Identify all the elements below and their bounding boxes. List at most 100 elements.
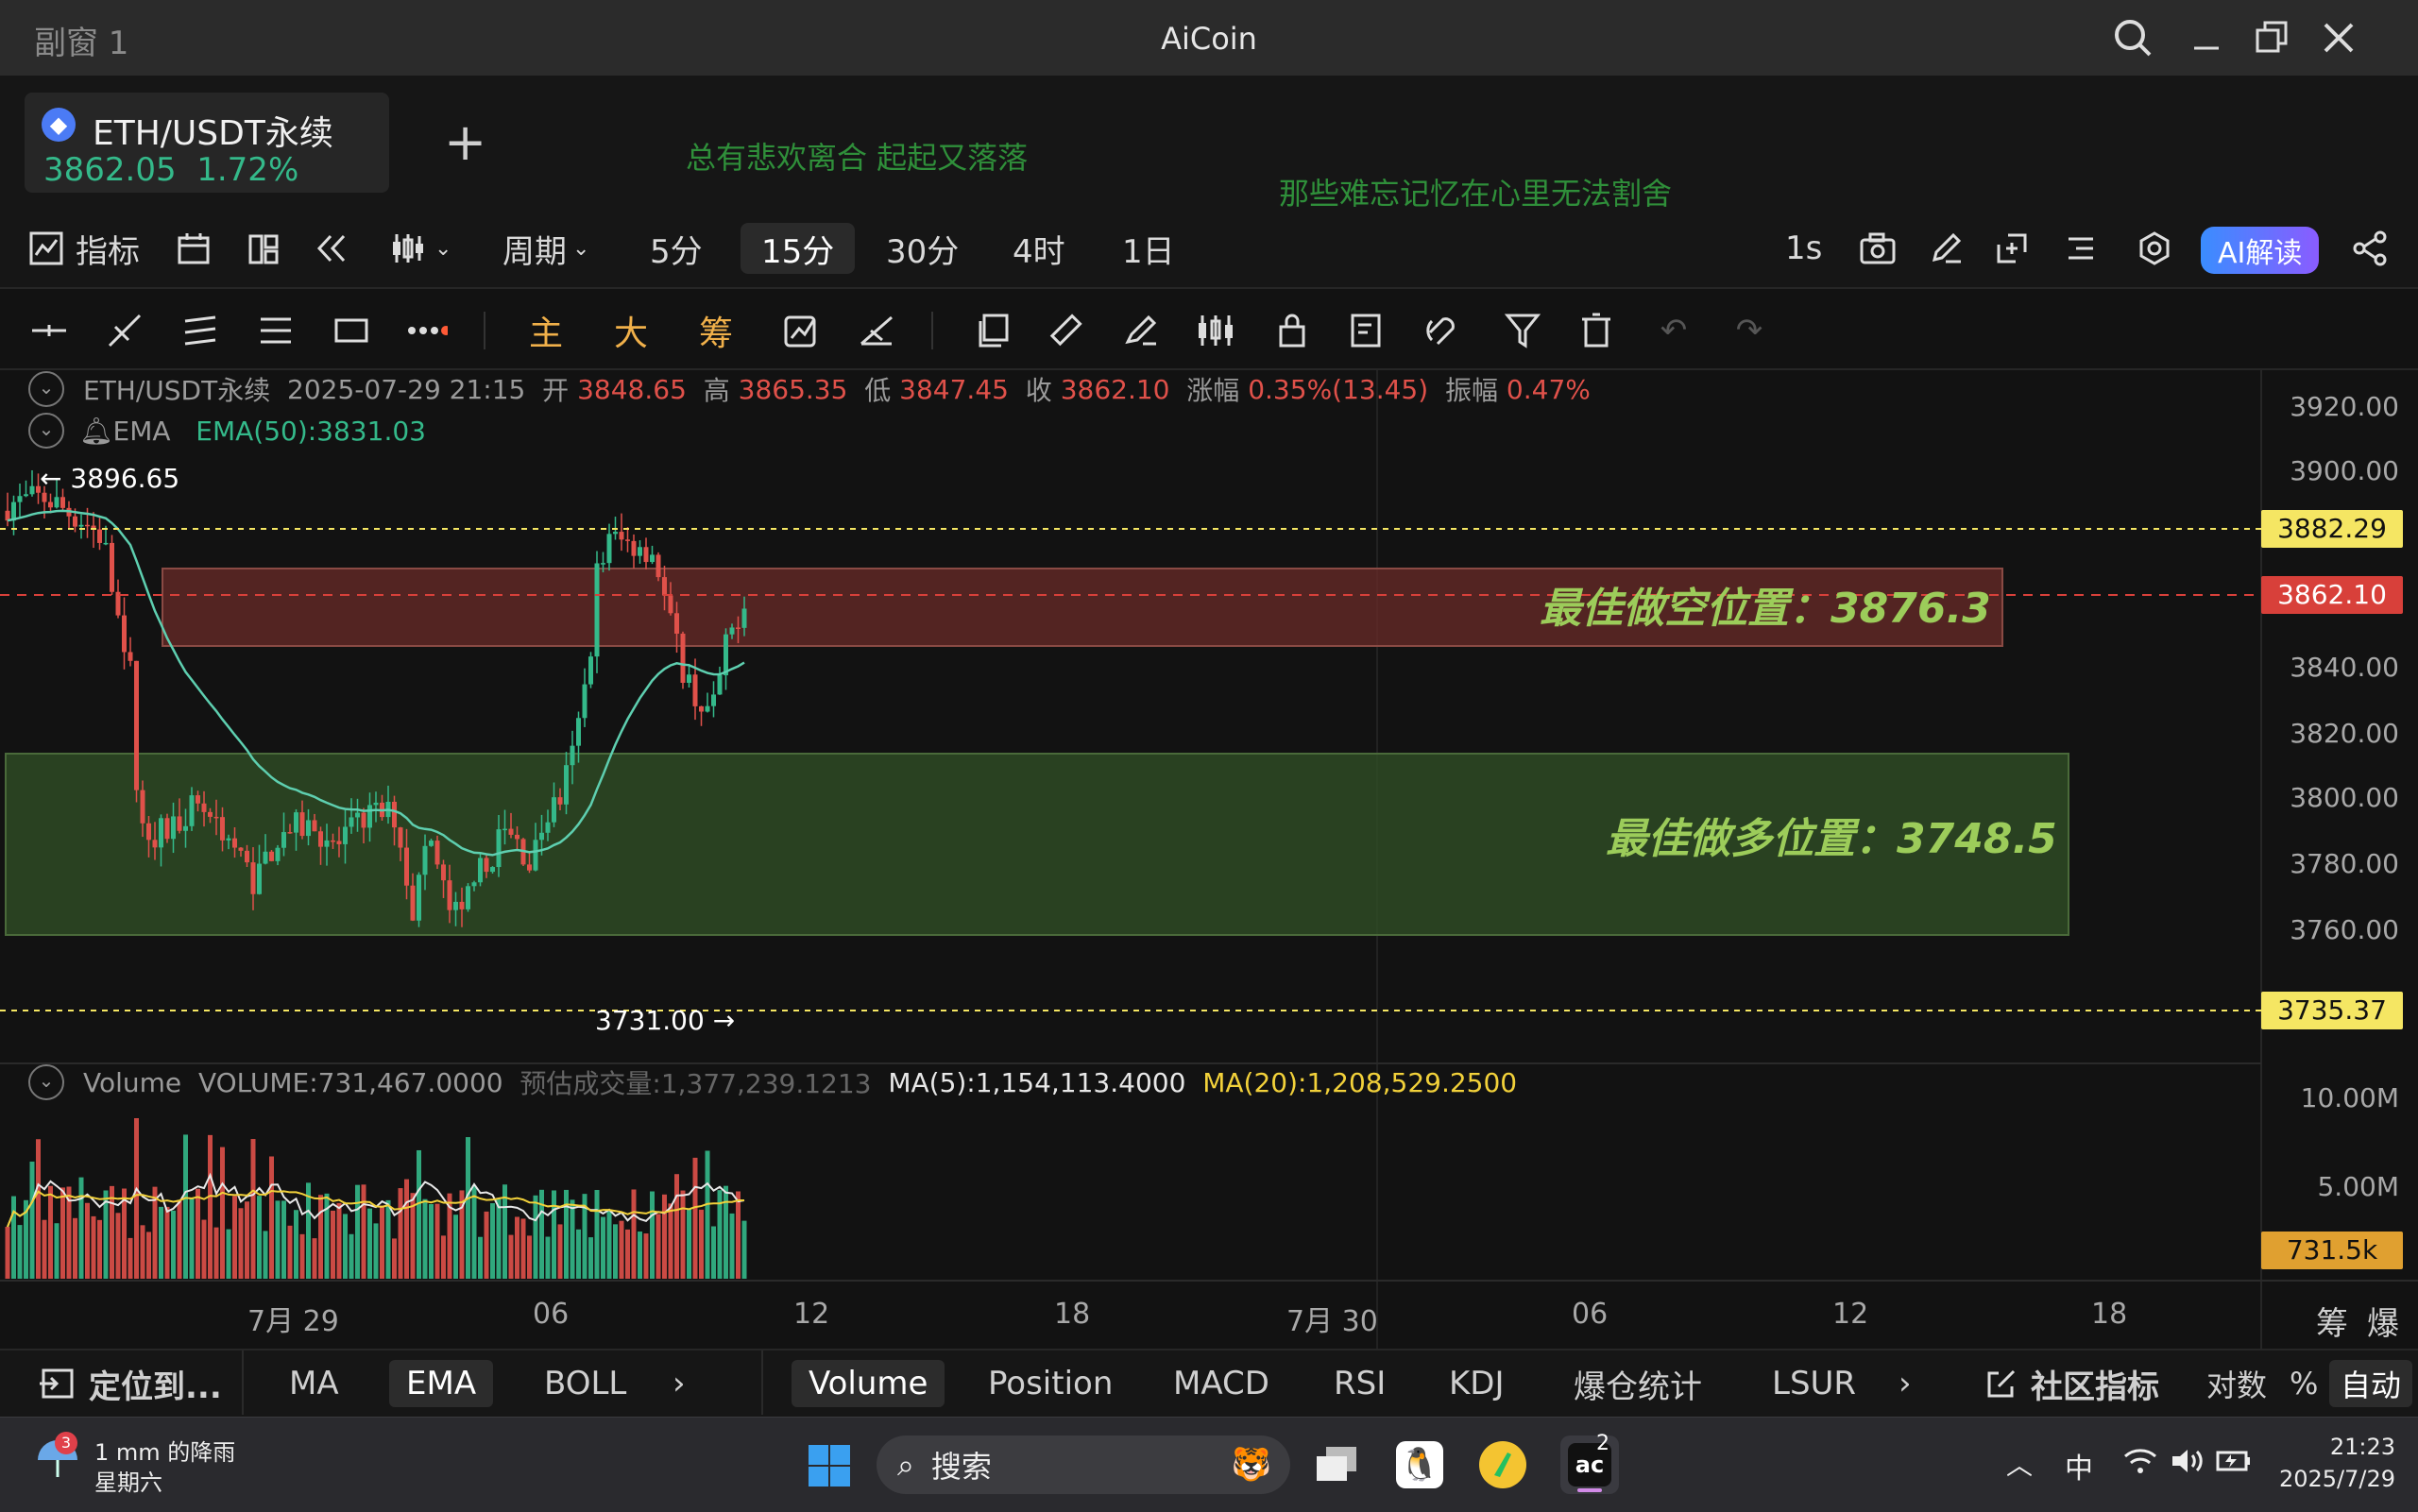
add-tab-button[interactable]: +	[444, 117, 486, 168]
candle-body	[269, 851, 274, 861]
task-view-icon[interactable]	[1313, 1443, 1360, 1487]
tab-kdj[interactable]: KDJ	[1449, 1360, 1505, 1407]
chevron-right-icon[interactable]: ›	[1899, 1360, 1912, 1407]
auto-draw-icon[interactable]	[780, 310, 822, 351]
rewind-icon[interactable]	[314, 223, 349, 274]
trend-line-icon[interactable]	[104, 310, 145, 351]
candle-body	[257, 863, 262, 894]
main-chart-toggle[interactable]: 主	[525, 310, 567, 353]
volume-bar	[434, 1203, 440, 1279]
interval-5m[interactable]: 5分	[650, 223, 703, 274]
close-icon[interactable]	[2310, 13, 2367, 62]
percent-scale-toggle[interactable]: %	[2290, 1360, 2318, 1407]
lock-icon[interactable]	[1271, 310, 1313, 351]
ime-indicator[interactable]: 中	[2065, 1445, 2093, 1487]
magnet-icon[interactable]	[1422, 310, 1464, 351]
volume-info: ⌄ Volume VOLUME:731,467.0000 预估成交量:1,377…	[28, 1063, 1517, 1101]
trash-icon[interactable]	[1575, 310, 1617, 351]
refresh-rate[interactable]: 1s	[1785, 223, 1822, 274]
pencil-icon[interactable]	[1929, 223, 1963, 274]
clock-time[interactable]: 21:23	[2310, 1434, 2395, 1460]
window-add-icon[interactable]	[1995, 223, 2029, 274]
filter-icon[interactable]	[1502, 310, 1543, 351]
interval-30m[interactable]: 30分	[886, 223, 959, 274]
undo-icon[interactable]: ↶	[1653, 310, 1694, 351]
clock-date[interactable]: 2025/7/29	[2273, 1466, 2395, 1492]
candle-body	[576, 718, 581, 746]
camera-icon[interactable]	[1859, 223, 1897, 274]
tab-volume[interactable]: Volume	[792, 1360, 945, 1407]
bell-icon[interactable]: 🔔︎	[79, 416, 113, 447]
period-dropdown[interactable]: 周期 ⌄	[502, 223, 589, 274]
rectangle-icon[interactable]	[331, 310, 372, 351]
interval-1d[interactable]: 1日	[1122, 223, 1175, 274]
ticker-card[interactable]: ◆ ETH/USDT永续 3862.05 1.72%	[25, 93, 389, 193]
tab-lsur[interactable]: LSUR	[1772, 1360, 1856, 1407]
qq-icon[interactable]: 🐧	[1396, 1441, 1443, 1488]
horizontal-line-icon[interactable]	[28, 310, 70, 351]
layout-icon[interactable]	[247, 223, 280, 274]
liquidation-corner-toggle[interactable]: 爆	[2367, 1298, 2399, 1344]
aicoin-window-count: 2	[1596, 1432, 1609, 1455]
tab-rsi[interactable]: RSI	[1334, 1360, 1386, 1407]
chip-toggle[interactable]: 筹	[695, 310, 737, 353]
more-tools-icon[interactable]	[406, 310, 448, 351]
log-scale-toggle[interactable]: 对数	[2206, 1360, 2267, 1407]
chevron-right-icon[interactable]: ›	[673, 1360, 686, 1407]
aicoin-taskbar-button[interactable]: ac 2	[1560, 1432, 1619, 1494]
collapse-icon[interactable]: ⌄	[28, 371, 64, 407]
measure-icon[interactable]	[856, 310, 897, 351]
chevron-up-icon[interactable]: ︿	[2006, 1445, 2033, 1483]
indicator-button[interactable]: 指标	[28, 223, 140, 274]
minimize-icon[interactable]	[2178, 13, 2235, 62]
candle-body	[226, 838, 231, 841]
bars-pattern-icon[interactable]	[1196, 310, 1237, 351]
parallel-channel-icon[interactable]	[179, 310, 221, 351]
candle-body	[110, 542, 114, 592]
tab-position[interactable]: Position	[988, 1360, 1113, 1407]
music-app-icon[interactable]	[1479, 1441, 1526, 1488]
copy-icon[interactable]	[973, 310, 1014, 351]
list-icon[interactable]	[2065, 223, 2097, 274]
interval-4h[interactable]: 4时	[1013, 223, 1065, 274]
tab-liquidation-stats[interactable]: 爆仓统计	[1574, 1360, 1702, 1407]
edit-note-icon[interactable]	[1347, 310, 1388, 351]
volume-bar	[564, 1189, 569, 1279]
tab-macd[interactable]: MACD	[1173, 1360, 1269, 1407]
collapse-icon[interactable]: ⌄	[28, 413, 64, 449]
volume-bar	[576, 1229, 581, 1279]
calendar-icon[interactable]	[176, 223, 212, 274]
ai-interpret-button[interactable]: AI解读	[2201, 227, 2320, 274]
tab-ema[interactable]: EMA	[389, 1360, 494, 1407]
collapse-icon[interactable]: ⌄	[28, 1064, 64, 1100]
taskbar-search[interactable]: ⌕ 搜索 🐯	[877, 1436, 1290, 1494]
fibonacci-icon[interactable]	[255, 310, 297, 351]
auto-scale-toggle[interactable]: 自动	[2329, 1360, 2413, 1407]
settings-icon[interactable]	[2137, 223, 2172, 274]
battery-icon[interactable]	[2216, 1449, 2252, 1477]
weather-widget[interactable]: 3	[34, 1432, 81, 1483]
restore-icon[interactable]	[2244, 13, 2301, 62]
brush-icon[interactable]	[1120, 310, 1162, 351]
locate-button[interactable]: 定位到...	[38, 1360, 222, 1407]
volume-icon[interactable]	[2171, 1447, 2205, 1479]
chip-corner-toggle[interactable]: 筹	[2316, 1298, 2348, 1344]
tab-ma[interactable]: MA	[289, 1360, 339, 1407]
big-order-toggle[interactable]: 大	[610, 310, 652, 353]
wifi-icon[interactable]	[2123, 1447, 2157, 1479]
community-indicator-button[interactable]: 社区指标	[1985, 1360, 2159, 1407]
candle-body	[373, 802, 379, 806]
interval-15m[interactable]: 15分	[741, 223, 856, 274]
price-tag-high: 3882.29	[2261, 510, 2403, 548]
tab-boll[interactable]: BOLL	[544, 1360, 626, 1407]
share-icon[interactable]	[2352, 223, 2388, 274]
chart-type-dropdown[interactable]: ⌄	[389, 223, 451, 274]
candle-body	[662, 577, 667, 596]
ruler-icon[interactable]	[1045, 310, 1086, 351]
change-value: 0.35%(13.45)	[1248, 373, 1429, 405]
redo-icon[interactable]: ↷	[1728, 310, 1770, 351]
search-icon[interactable]	[2104, 13, 2161, 62]
start-button[interactable]	[807, 1443, 852, 1492]
price-chart[interactable]: ⌄ ETH/USDT永续 2025-07-29 21:15 开 3848.65 …	[0, 370, 2418, 1352]
volume-bar	[287, 1225, 293, 1279]
